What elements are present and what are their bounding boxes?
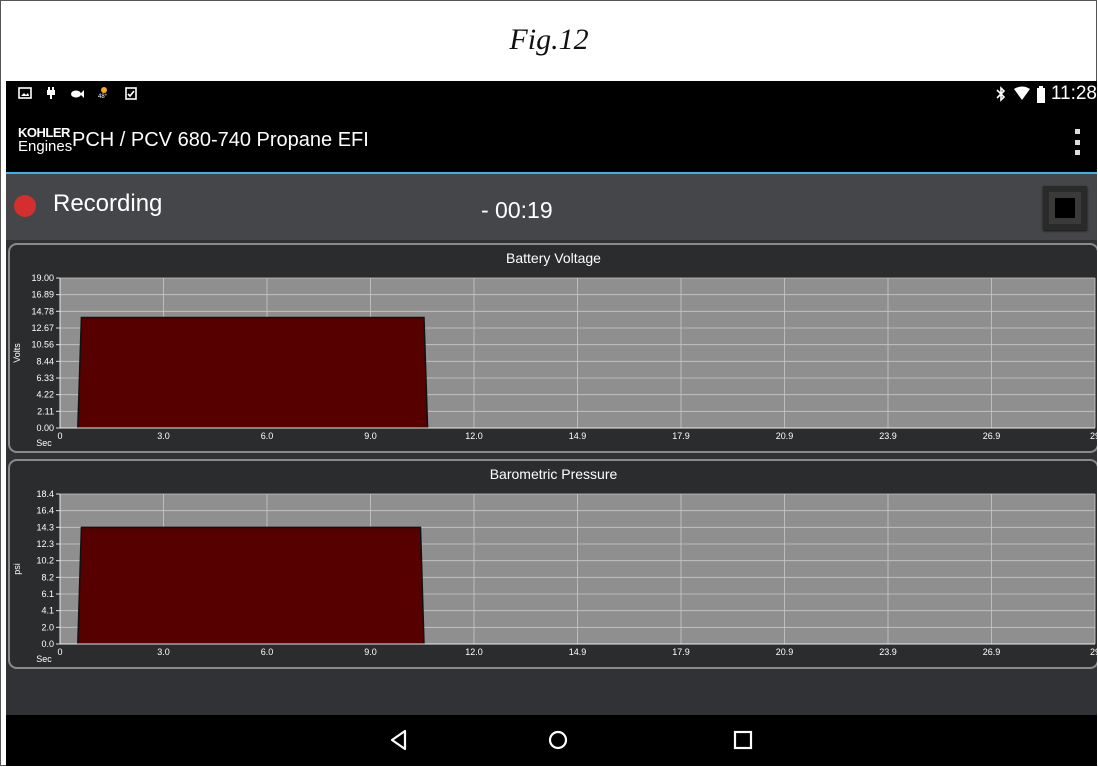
y-tick-label: 14.3 — [36, 522, 54, 532]
y-tick-label: 18.4 — [36, 489, 54, 499]
notification-icons: 48° — [18, 86, 138, 100]
battery-voltage-chart: Battery Voltage 0.00 2.11 4.22 6.33 8.44 10.56… — [8, 243, 1097, 453]
logo-line-2: Engines — [18, 138, 73, 155]
y-tick-label: 2.11 — [37, 406, 54, 416]
x-tick-label: 9.0 — [364, 647, 377, 657]
y-axis-label: Volts — [12, 343, 22, 363]
x-tick-label: 29 — [1090, 647, 1097, 657]
x-tick-label: 12.0 — [465, 647, 483, 657]
y-tick-label: 10.2 — [36, 556, 54, 566]
series-area — [77, 526, 425, 645]
x-tick-label: 12.0 — [465, 431, 483, 441]
x-tick-label: 23.9 — [879, 647, 897, 657]
battery-icon — [1036, 85, 1045, 103]
recording-timer: - 00:19 — [481, 197, 553, 223]
y-tick-label: 16.89 — [31, 290, 54, 300]
x-tick-label: 17.9 — [672, 647, 690, 657]
action-bar: KOHLER Engines PCH / PCV 680-740 Propane… — [6, 109, 1097, 174]
y-axis-label: psi — [12, 563, 22, 575]
x-tick-label: 20.9 — [776, 647, 794, 657]
barometric-pressure-chart: Barometric Pressure 0.0 2.0 4.1 6.1 8.2 10.2 12… — [8, 459, 1097, 669]
recent-apps-icon[interactable] — [730, 727, 756, 753]
y-tick-label: 6.1 — [41, 589, 54, 599]
content-spacer — [6, 673, 1097, 715]
fish-icon — [71, 90, 84, 98]
device-screen: 48° 11:28 KOHLER Engines PCH / PCV 680-7… — [6, 81, 1097, 766]
recording-indicator-icon — [14, 195, 36, 217]
x-tick-label: 6.0 — [261, 647, 274, 657]
bluetooth-icon — [996, 86, 1005, 102]
back-icon[interactable] — [386, 727, 412, 753]
x-tick-label: 9.0 — [364, 431, 377, 441]
x-tick-label: 0 — [57, 647, 62, 657]
x-tick-label: 0 — [57, 431, 62, 441]
x-axis-label: Sec — [36, 438, 52, 448]
y-tick-label: 2.0 — [41, 622, 54, 632]
y-tick-label: 8.44 — [36, 356, 54, 366]
series-area — [77, 316, 429, 429]
clipboard-check-icon — [125, 87, 137, 100]
x-tick-label: 3.0 — [157, 431, 170, 441]
stop-recording-button[interactable] — [1043, 186, 1087, 230]
stop-icon — [1055, 198, 1075, 218]
x-tick-label: 20.9 — [776, 431, 794, 441]
y-tick-label: 12.67 — [31, 323, 54, 333]
kohler-logo: KOHLER Engines — [18, 126, 73, 156]
x-tick-label: 14.9 — [569, 431, 587, 441]
wifi-icon — [1013, 86, 1030, 100]
home-icon[interactable] — [545, 727, 571, 753]
chart-svg: Barometric Pressure 0.0 2.0 4.1 6.1 8.2 10.2 12… — [12, 466, 1097, 664]
y-tick-label: 0.0 — [41, 639, 54, 649]
y-tick-label: 6.33 — [36, 373, 54, 383]
figure-caption: Fig.12 — [509, 23, 589, 56]
chart-title: Barometric Pressure — [490, 466, 618, 482]
x-tick-label: 26.9 — [983, 647, 1001, 657]
x-tick-label: 26.9 — [983, 431, 1001, 441]
chart-svg: Battery Voltage 0.00 2.11 4.22 6.33 8.44 10.56… — [12, 250, 1097, 448]
chart-title: Battery Voltage — [506, 250, 601, 266]
weather-widget: 48° — [96, 86, 112, 100]
x-tick-label: 3.0 — [157, 647, 170, 657]
y-tick-label: 4.1 — [41, 606, 54, 616]
image-icon — [18, 87, 32, 99]
clock: 11:28 — [1050, 83, 1097, 104]
recording-label: Recording — [53, 190, 163, 217]
y-tick-label: 0.00 — [36, 423, 54, 433]
overflow-menu-icon[interactable] — [1073, 129, 1081, 155]
plug-icon — [47, 87, 55, 99]
y-tick-label: 12.3 — [36, 539, 54, 549]
y-tick-label: 10.56 — [31, 340, 54, 350]
y-tick-label: 8.2 — [41, 572, 54, 582]
x-tick-label: 6.0 — [261, 431, 274, 441]
navigation-bar — [6, 715, 1097, 766]
x-axis-label: Sec — [36, 654, 52, 664]
system-status: 11:28 — [995, 83, 1097, 105]
y-tick-label: 14.78 — [31, 306, 54, 316]
x-tick-label: 29 — [1090, 431, 1097, 441]
x-tick-label: 23.9 — [879, 431, 897, 441]
recording-bar: Recording - 00:19 — [6, 174, 1097, 240]
y-tick-label: 19.00 — [31, 273, 54, 283]
status-bar: 48° 11:28 — [6, 81, 1097, 109]
y-tick-label: 16.4 — [36, 506, 54, 516]
x-tick-label: 17.9 — [672, 431, 690, 441]
weather-temperature: 48° — [98, 94, 108, 100]
y-tick-label: 4.22 — [36, 390, 54, 400]
x-tick-label: 14.9 — [569, 647, 587, 657]
app-title: PCH / PCV 680-740 Propane EFI — [72, 129, 369, 151]
